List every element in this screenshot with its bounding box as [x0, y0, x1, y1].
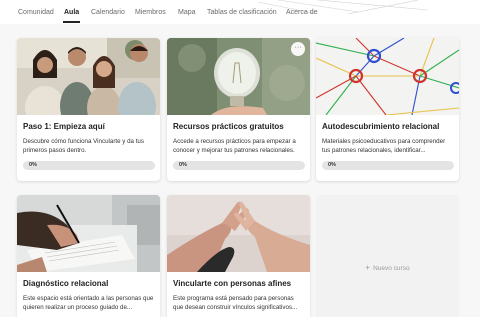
active-tab-indicator [63, 21, 80, 23]
new-course-label: Nuevo curso [373, 265, 410, 272]
lightbulb-in-hand-photo [167, 38, 310, 115]
progress-bar: 0% [173, 161, 305, 170]
course-title: Diagnóstico relacional [23, 279, 109, 288]
group-of-people-photo [17, 38, 160, 115]
tab-calendario[interactable]: Calendario [91, 8, 125, 17]
progress-label: 0% [179, 162, 187, 168]
tab-miembros[interactable]: Miembros [135, 8, 166, 17]
new-course-button[interactable]: + Nuevo curso [316, 195, 459, 317]
top-navigation: Comunidad Aula Calendario Miembros Mapa … [0, 0, 480, 24]
course-description: Este espacio está orientado a las person… [23, 295, 154, 311]
course-card-recursos-practicos[interactable]: ··· Recursos prácticos gratuitos Accede … [167, 38, 310, 181]
course-description: Este programa está pensado para personas… [173, 295, 298, 311]
network-nodes-illustration [316, 38, 459, 115]
plus-icon: + [365, 263, 371, 272]
course-card-diagnostico[interactable]: Diagnóstico relacional Este espacio está… [17, 195, 160, 317]
hand-writing-form-photo [17, 195, 160, 272]
tab-comunidad[interactable]: Comunidad [18, 8, 54, 17]
course-card-autodescubrimiento[interactable]: Autodescubrimiento relacional Materiales… [316, 38, 459, 181]
tab-mapa[interactable]: Mapa [178, 8, 196, 17]
header-decoration [258, 0, 428, 14]
tab-tablas-de-clasificacion[interactable]: Tablas de clasificación [207, 8, 277, 17]
course-title: Recursos prácticos gratuitos [173, 122, 284, 131]
course-title: Paso 1: Empieza aquí [23, 122, 105, 131]
tab-acerca-de[interactable]: Acerca de [286, 8, 318, 17]
course-card-vincularte-afines[interactable]: Vincularte con personas afines Este prog… [167, 195, 310, 317]
progress-bar: 0% [23, 161, 155, 170]
course-description: Descubre cómo funciona Vincularte y da t… [23, 138, 144, 154]
course-title: Vincularte con personas afines [173, 279, 292, 288]
hands-reaching-photo [167, 195, 310, 272]
course-title: Autodescubrimiento relacional [322, 122, 440, 131]
more-options-button[interactable]: ··· [291, 42, 305, 56]
course-description: Accede a recursos prácticos para empezar… [173, 138, 296, 154]
new-course-label-wrap: + Nuevo curso [316, 263, 459, 272]
course-card-empieza-aqui[interactable]: Paso 1: Empieza aquí Descubre cómo funci… [17, 38, 160, 181]
course-description: Materiales psicoeducativos para comprend… [322, 138, 446, 154]
progress-label: 0% [328, 162, 336, 168]
progress-bar: 0% [322, 161, 454, 170]
progress-label: 0% [29, 162, 37, 168]
tab-aula[interactable]: Aula [64, 8, 79, 17]
